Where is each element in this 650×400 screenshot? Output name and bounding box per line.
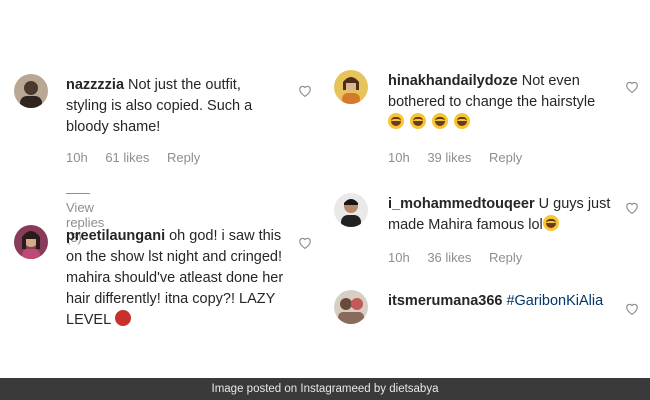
- avatar[interactable]: [334, 290, 368, 324]
- avatar[interactable]: [334, 70, 368, 104]
- comment-username[interactable]: nazzzzia: [66, 77, 124, 93]
- laughing-crying-icon: [410, 113, 427, 129]
- laughing-crying-icon: [432, 113, 449, 129]
- laughing-crying-icon: [388, 113, 404, 129]
- comment-username[interactable]: i_mohammedtouqeer: [388, 196, 535, 212]
- image-caption: Image posted on Instagrameed by dietsaby…: [0, 378, 650, 400]
- comment-username[interactable]: itsmerumana366: [388, 293, 502, 309]
- comment-time: 10h: [388, 250, 410, 265]
- heart-icon[interactable]: [298, 84, 312, 97]
- laughing-crying-icon: [454, 113, 471, 129]
- divider: [66, 193, 90, 195]
- comment-time: 10h: [66, 150, 88, 165]
- hashtag-link[interactable]: #GaribonKiAlia: [506, 293, 603, 309]
- heart-icon[interactable]: [625, 302, 639, 315]
- comment-username[interactable]: hinakhandailydoze: [388, 73, 518, 89]
- heart-icon[interactable]: [625, 201, 639, 214]
- comment-likes[interactable]: 36 likes: [427, 250, 471, 265]
- heart-icon[interactable]: [625, 80, 639, 93]
- avatar[interactable]: [14, 225, 48, 259]
- reply-button[interactable]: Reply: [489, 250, 522, 265]
- avatar[interactable]: [14, 74, 48, 108]
- comment-username[interactable]: preetilaungani: [66, 228, 165, 244]
- comment-likes[interactable]: 39 likes: [427, 150, 471, 165]
- comment-likes[interactable]: 61 likes: [105, 150, 149, 165]
- reply-button[interactable]: Reply: [489, 150, 522, 165]
- laughing-crying-icon: [542, 215, 559, 231]
- comment-time: 10h: [388, 150, 410, 165]
- angry-face-icon: [114, 310, 131, 326]
- reply-button[interactable]: Reply: [167, 150, 200, 165]
- heart-icon[interactable]: [298, 236, 312, 249]
- avatar[interactable]: [334, 193, 368, 227]
